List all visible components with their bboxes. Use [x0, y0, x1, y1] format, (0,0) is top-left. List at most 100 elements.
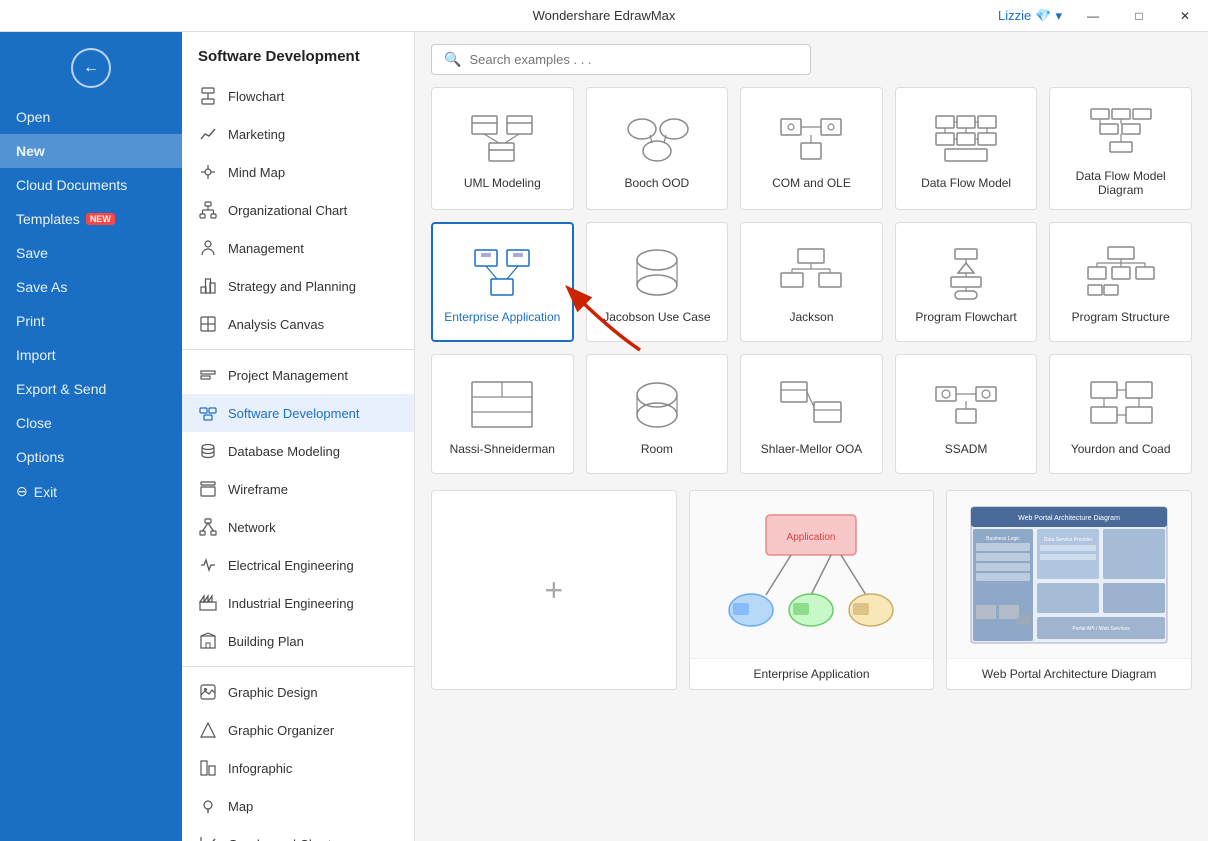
sidebar-item-graphs[interactable]: Graphs and Charts — [182, 825, 414, 841]
sidebar-item-marketing[interactable]: Marketing — [182, 115, 414, 153]
cat-label-building: Building Plan — [228, 634, 304, 649]
program-flow-icon-area — [931, 245, 1001, 300]
web-portal-preview: Web Portal Architecture Diagram Business… — [947, 491, 1191, 658]
sidebar-item-print[interactable]: Print — [0, 304, 182, 338]
sidebar-item-close[interactable]: Close — [0, 406, 182, 440]
sidebar-item-mindmap[interactable]: Mind Map — [182, 153, 414, 191]
cat-label-network: Network — [228, 520, 276, 535]
sidebar-item-map[interactable]: Map — [182, 787, 414, 825]
minimize-button[interactable]: — — [1070, 0, 1116, 32]
close-button[interactable]: ✕ — [1162, 0, 1208, 32]
template-card-com[interactable]: COM and OLE — [740, 87, 883, 210]
template-card-program-struct[interactable]: Program Structure — [1049, 222, 1192, 342]
sidebar-item-options[interactable]: Options — [0, 440, 182, 474]
sidebar-item-industrial[interactable]: Industrial Engineering — [182, 584, 414, 622]
room-label: Room — [641, 442, 673, 456]
sidebar-item-strategy[interactable]: Strategy and Planning — [182, 267, 414, 305]
template-card-enterprise[interactable]: Enterprise Application — [431, 222, 574, 342]
sidebar-item-open[interactable]: Open — [0, 100, 182, 134]
grid-section: UML Modeling B — [415, 87, 1208, 841]
template-card-room[interactable]: Room — [586, 354, 729, 474]
new-label: New — [16, 143, 45, 159]
com-icon-area — [776, 111, 846, 166]
template-card-program-flow[interactable]: Program Flowchart — [895, 222, 1038, 342]
jacobson-icon-area — [622, 245, 692, 300]
svg-text:Web Portal Architecture Diagra: Web Portal Architecture Diagram — [1018, 515, 1120, 522]
ssadm-icon-area — [931, 377, 1001, 432]
sidebar-item-software[interactable]: Software Development — [182, 394, 414, 432]
user-menu[interactable]: Lizzie 💎 ▾ — [998, 8, 1062, 24]
yourdon-icon-area — [1086, 377, 1156, 432]
sidebar-item-building[interactable]: Building Plan — [182, 622, 414, 660]
sidebar-item-templates[interactable]: Templates NEW — [0, 202, 182, 236]
sidebar-item-export[interactable]: Export & Send — [0, 372, 182, 406]
save-label: Save — [16, 245, 48, 261]
strategy-icon — [198, 276, 218, 296]
template-card-ssadm[interactable]: SSADM — [895, 354, 1038, 474]
sidebar-item-organizer[interactable]: Graphic Organizer — [182, 711, 414, 749]
template-card-yourdon[interactable]: Yourdon and Coad — [1049, 354, 1192, 474]
example-card-web-portal[interactable]: Web Portal Architecture Diagram Business… — [946, 490, 1192, 690]
enterprise-preview: Application — [690, 491, 934, 658]
template-card-jacobson[interactable]: Jacobson Use Case — [586, 222, 729, 342]
sidebar-mid: Software Development Flowchart Marketing… — [182, 32, 415, 841]
program-struct-label: Program Structure — [1072, 310, 1170, 324]
template-card-jackson[interactable]: Jackson — [740, 222, 883, 342]
new-template-card[interactable]: + — [431, 490, 677, 690]
template-card-shlaer[interactable]: Shlaer-Mellor OOA — [740, 354, 883, 474]
sidebar-item-graphic[interactable]: Graphic Design — [182, 673, 414, 711]
sidebar-item-electrical[interactable]: Electrical Engineering — [182, 546, 414, 584]
saveas-label: Save As — [16, 279, 67, 295]
network-icon — [198, 517, 218, 537]
template-card-booch[interactable]: Booch OOD — [586, 87, 729, 210]
template-grid: UML Modeling B — [431, 87, 1192, 474]
sidebar-item-project[interactable]: Project Management — [182, 356, 414, 394]
titlebar-controls: Lizzie 💎 ▾ — □ ✕ — [998, 0, 1208, 32]
sidebar-item-exit[interactable]: ⊖ Exit — [0, 474, 182, 509]
nassi-label: Nassi-Shneiderman — [450, 442, 555, 456]
search-input[interactable] — [469, 52, 798, 67]
sidebar-item-cloud[interactable]: Cloud Documents — [0, 168, 182, 202]
nassi-icon-area — [467, 377, 537, 432]
graphs-icon — [198, 834, 218, 841]
open-label: Open — [16, 109, 50, 125]
template-card-uml[interactable]: UML Modeling — [431, 87, 574, 210]
options-label: Options — [16, 449, 64, 465]
sidebar-item-new[interactable]: New — [0, 134, 182, 168]
electrical-icon — [198, 555, 218, 575]
cat-label-analysis: Analysis Canvas — [228, 317, 324, 332]
template-card-nassi[interactable]: Nassi-Shneiderman — [431, 354, 574, 474]
maximize-button[interactable]: □ — [1116, 0, 1162, 32]
svg-text:Application: Application — [787, 532, 836, 543]
sidebar-item-orgchart[interactable]: Organizational Chart — [182, 191, 414, 229]
sidebar-item-management[interactable]: Management — [182, 229, 414, 267]
sidebar-item-save[interactable]: Save — [0, 236, 182, 270]
sidebar-mid-title: Software Development — [182, 32, 414, 77]
user-icon: 💎 — [1035, 8, 1051, 24]
search-input-wrap[interactable]: 🔍 — [431, 44, 811, 75]
cat-label-electrical: Electrical Engineering — [228, 558, 354, 573]
main-content: 🔍 — [415, 32, 1208, 841]
cat-label-project: Project Management — [228, 368, 348, 383]
sidebar-item-analysis[interactable]: Analysis Canvas — [182, 305, 414, 343]
sidebar-item-database[interactable]: Database Modeling — [182, 432, 414, 470]
svg-text:Portal API / Web Services: Portal API / Web Services — [1073, 626, 1131, 632]
sidebar-item-saveas[interactable]: Save As — [0, 270, 182, 304]
template-card-dataflow2[interactable]: Data Flow Model Diagram — [1049, 87, 1192, 210]
cat-label-graphic: Graphic Design — [228, 685, 318, 700]
ssadm-label: SSADM — [945, 442, 988, 456]
sidebar-item-wireframe[interactable]: Wireframe — [182, 470, 414, 508]
cat-label-database: Database Modeling — [228, 444, 340, 459]
example-card-enterprise[interactable]: Application — [689, 490, 935, 690]
sidebar-item-flowchart[interactable]: Flowchart — [182, 77, 414, 115]
sidebar-item-network[interactable]: Network — [182, 508, 414, 546]
back-button[interactable]: ← — [71, 48, 111, 88]
svg-text:Business Logic: Business Logic — [986, 536, 1020, 542]
yourdon-label: Yourdon and Coad — [1071, 442, 1171, 456]
templates-badge: NEW — [86, 213, 115, 225]
template-card-dataflow[interactable]: Data Flow Model — [895, 87, 1038, 210]
sidebar-item-infographic[interactable]: Infographic — [182, 749, 414, 787]
import-label: Import — [16, 347, 56, 363]
sidebar-item-import[interactable]: Import — [0, 338, 182, 372]
titlebar: Wondershare EdrawMax Lizzie 💎 ▾ — □ ✕ — [0, 0, 1208, 32]
